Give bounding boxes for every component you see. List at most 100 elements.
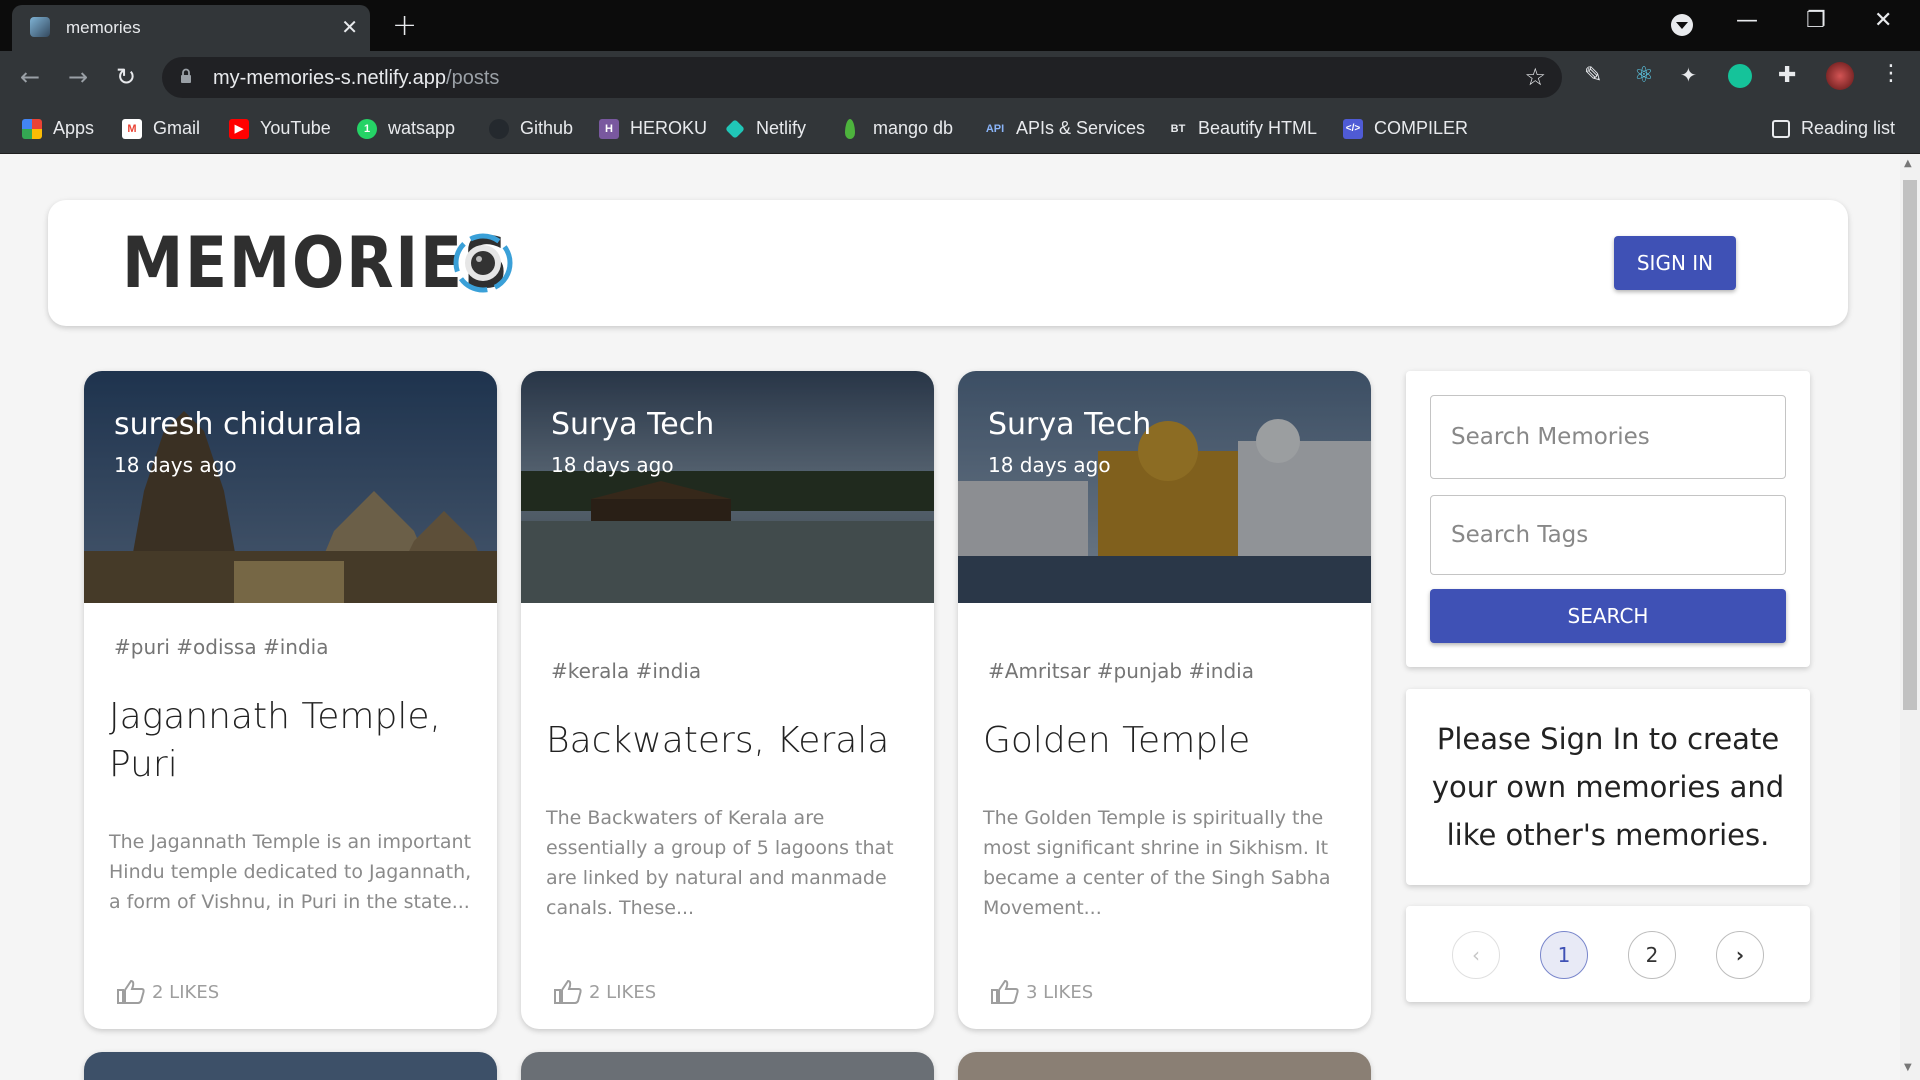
github-icon <box>489 118 509 139</box>
card-author: Surya Tech <box>551 407 715 442</box>
bookmark-watsapp[interactable]: 1 watsapp <box>357 118 455 139</box>
search-tags-input[interactable] <box>1431 496 1785 574</box>
pagination: ‹ 1 2 › <box>1406 906 1810 1002</box>
page-button-1[interactable]: 1 <box>1540 931 1588 979</box>
card-image <box>84 371 497 603</box>
bookmark-apis-services[interactable]: API APIs & Services <box>982 118 1145 139</box>
restore-icon[interactable]: ❐ <box>1806 8 1826 33</box>
chevron-right-icon: › <box>1735 943 1745 967</box>
browser-toolbar: ← → ↻ my-memories-s.netlify.app/posts ☆ … <box>0 51 1920 104</box>
browser-tab[interactable]: memories ✕ <box>12 5 370 51</box>
bookmark-beautify-html[interactable]: BT Beautify HTML <box>1166 118 1317 139</box>
new-tab-icon[interactable]: + <box>392 8 417 43</box>
minimize-icon[interactable]: — <box>1736 8 1758 33</box>
card-title: Backwaters, Kerala <box>546 720 890 761</box>
extension-icon[interactable]: ✦ <box>1680 63 1704 87</box>
extensions-puzzle-icon[interactable]: ✚ <box>1778 63 1802 88</box>
reading-list-label: Reading list <box>1801 118 1896 138</box>
search-tags-field <box>1430 495 1786 575</box>
bookmark-youtube[interactable]: ▶ YouTube <box>229 118 331 139</box>
memory-card-partial <box>958 1052 1371 1080</box>
card-author: Surya Tech <box>988 407 1152 442</box>
reading-list[interactable]: Reading list <box>1772 118 1895 139</box>
beautify-icon: BT <box>1170 122 1186 135</box>
bookmark-heroku[interactable]: H HEROKU <box>599 118 707 139</box>
tab-title: memories <box>66 18 141 37</box>
forward-icon[interactable]: → <box>68 63 88 91</box>
search-memories-field <box>1430 395 1786 479</box>
grammarly-icon[interactable] <box>1728 64 1752 88</box>
signin-prompt-panel: Please Sign In to create your own memori… <box>1406 689 1810 885</box>
card-description: The Golden Temple is spiritually the mos… <box>983 807 1331 919</box>
thumb-up-icon <box>117 979 145 1004</box>
profile-avatar[interactable] <box>1826 62 1854 90</box>
card-description: The Jagannath Temple is an important Hin… <box>109 831 472 913</box>
bookmarks-bar: Apps M Gmail ▶ YouTube 1 watsapp Github … <box>0 104 1920 154</box>
bookmark-label: Beautify HTML <box>1198 118 1318 138</box>
search-memories-input[interactable] <box>1431 396 1785 478</box>
scroll-down-icon[interactable]: ▼ <box>1904 1062 1912 1073</box>
netlify-icon <box>725 118 745 139</box>
search-button[interactable]: SEARCH <box>1430 589 1786 643</box>
tab-close-icon[interactable]: ✕ <box>341 15 358 39</box>
bookmark-mango-db[interactable]: mango db <box>845 118 953 139</box>
memories-lens-logo <box>453 233 513 293</box>
card-tags: #Amritsar #punjab #india <box>988 659 1254 683</box>
bookmark-compiler[interactable]: </> COMPILER <box>1343 118 1468 139</box>
bookmark-gmail[interactable]: M Gmail <box>122 118 200 139</box>
tab-search-icon[interactable] <box>1671 14 1693 36</box>
scrollbar-thumb[interactable] <box>1903 180 1917 710</box>
heroku-icon: H <box>599 118 619 139</box>
chevron-left-icon: ‹ <box>1472 943 1480 967</box>
card-title: Jagannath Temple, Puri <box>109 696 441 785</box>
bookmark-label: Github <box>520 118 574 138</box>
page-scrollbar[interactable]: ▲ ▼ <box>1900 154 1920 1080</box>
bookmark-label: HEROKU <box>630 118 708 138</box>
thumb-up-icon <box>991 979 1019 1004</box>
signin-prompt-text: Please Sign In to create your own memori… <box>1431 722 1785 852</box>
search-panel: SEARCH <box>1406 371 1810 667</box>
back-icon[interactable]: ← <box>20 63 40 91</box>
card-image <box>521 371 934 603</box>
api-icon: API <box>985 122 1005 135</box>
window-close-icon[interactable]: ✕ <box>1874 8 1892 33</box>
tab-favicon-icon <box>30 17 50 37</box>
pen-extension-icon[interactable]: ✎ <box>1584 63 1608 88</box>
mongodb-leaf-icon <box>845 118 855 139</box>
scroll-up-icon[interactable]: ▲ <box>1904 158 1912 169</box>
reload-icon[interactable]: ↻ <box>116 63 136 91</box>
card-description: The Backwaters of Kerala are essentially… <box>546 807 894 919</box>
thumb-up-icon <box>554 979 582 1004</box>
page-viewport: MEMORIES SIGN IN suresh chidurala 18 day… <box>0 154 1900 1080</box>
prev-page-button[interactable]: ‹ <box>1452 931 1500 979</box>
card-tags: #puri #odissa #india <box>114 635 329 659</box>
card-timestamp: 18 days ago <box>551 453 674 477</box>
memory-card: suresh chidurala 18 days ago #puri #odis… <box>84 371 497 1029</box>
bookmark-apps[interactable]: Apps <box>22 118 94 139</box>
memory-card-partial <box>521 1052 934 1080</box>
address-bar[interactable]: my-memories-s.netlify.app/posts ☆ <box>162 57 1562 98</box>
bookmark-label: YouTube <box>260 118 331 138</box>
browser-tab-strip: memories ✕ + — ❐ ✕ <box>0 0 1920 51</box>
bookmark-star-icon[interactable]: ☆ <box>1524 63 1546 91</box>
memory-card: Surya Tech 18 days ago #kerala #india Ba… <box>521 371 934 1029</box>
bookmark-github[interactable]: Github <box>489 118 573 139</box>
like-count: 2 LIKES <box>589 981 657 1003</box>
react-devtools-icon[interactable]: ⚛ <box>1634 63 1658 88</box>
whatsapp-icon: 1 <box>357 118 377 139</box>
memory-card: Surya Tech 18 days ago #Amritsar #punjab… <box>958 371 1371 1029</box>
sign-in-button[interactable]: SIGN IN <box>1614 236 1736 290</box>
page-button-2[interactable]: 2 <box>1628 931 1676 979</box>
code-icon: </> <box>1343 118 1363 139</box>
bookmark-label: Apps <box>53 118 95 138</box>
like-button[interactable]: 2 LIKES <box>116 979 219 1005</box>
bookmark-label: APIs & Services <box>1016 118 1146 138</box>
like-button[interactable]: 2 LIKES <box>553 979 656 1005</box>
like-button[interactable]: 3 LIKES <box>990 979 1093 1005</box>
bookmark-netlify[interactable]: Netlify <box>725 118 806 139</box>
next-page-button[interactable]: › <box>1716 931 1764 979</box>
bookmark-label: COMPILER <box>1374 118 1469 138</box>
menu-kebab-icon[interactable]: ⋮ <box>1880 61 1904 86</box>
card-tags: #kerala #india <box>551 659 702 683</box>
url-text: my-memories-s.netlify.app/posts <box>213 67 500 89</box>
